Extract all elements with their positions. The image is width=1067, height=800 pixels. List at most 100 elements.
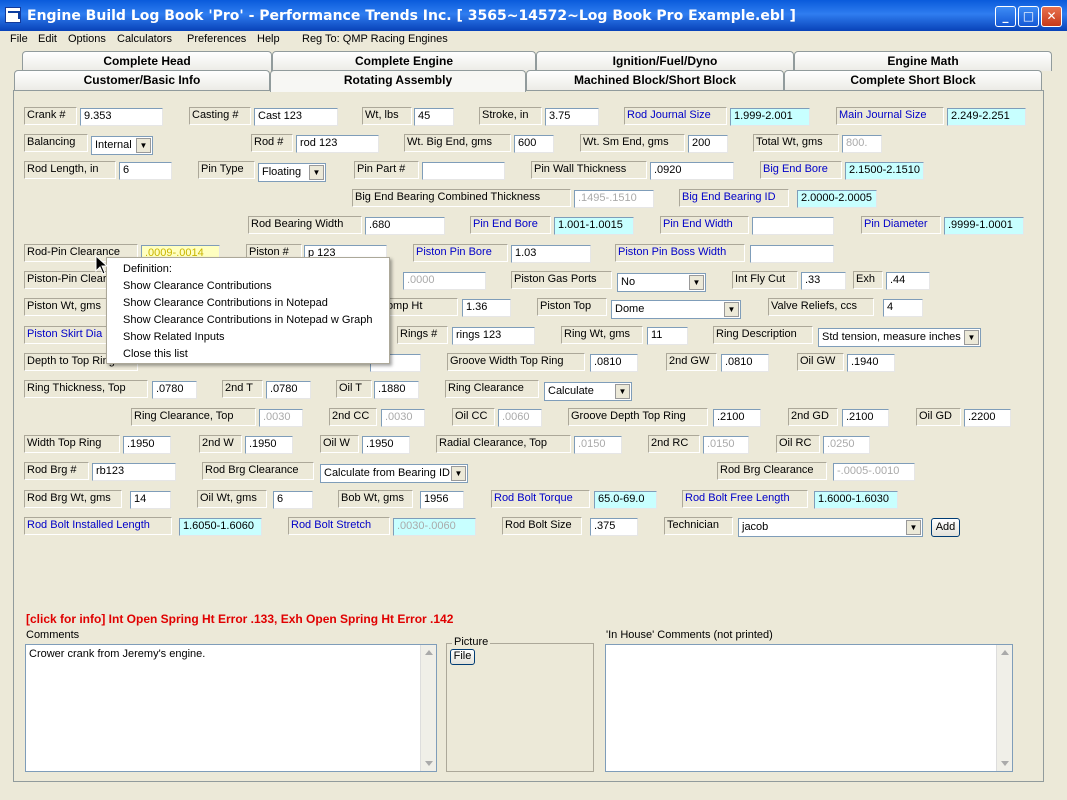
field-piston-pin-bore[interactable]: 1.03 xyxy=(511,245,591,263)
field-rings-number[interactable]: rings 123 xyxy=(452,327,535,345)
chevron-down-icon[interactable]: ▼ xyxy=(689,275,704,290)
field-oil-t[interactable]: .1880 xyxy=(374,381,419,399)
minimize-button[interactable]: _ xyxy=(995,6,1016,27)
chevron-down-icon[interactable]: ▼ xyxy=(724,302,739,317)
field-width-top-ring[interactable]: .1950 xyxy=(123,436,171,454)
field-wt-sm-end[interactable]: 200 xyxy=(688,135,728,153)
field-rod-number[interactable]: rod 123 xyxy=(296,135,379,153)
field-rod-bolt-size[interactable]: .375 xyxy=(590,518,638,536)
label-piston-pin-boss-width[interactable]: Piston Pin Boss Width xyxy=(615,244,745,262)
status-message[interactable]: [click for info] Int Open Spring Ht Erro… xyxy=(26,612,453,626)
field-rod-bolt-free-length[interactable]: 1.6000-1.6030 xyxy=(814,491,898,509)
label-rod-journal-size[interactable]: Rod Journal Size xyxy=(624,107,727,125)
title-bar[interactable]: Engine Build Log Book 'Pro' - Performanc… xyxy=(0,0,1067,31)
select-piston-gas-ports[interactable]: No ▼ xyxy=(617,273,706,292)
field-pin-wall-thickness[interactable]: .0920 xyxy=(650,162,734,180)
field-groove-width-top-ring[interactable]: .0810 xyxy=(590,354,638,372)
field-piston-pin-boss-width[interactable] xyxy=(750,245,834,263)
menu-item-contributions-notepad[interactable]: Show Clearance Contributions in Notepad xyxy=(123,297,328,309)
picture-file-button[interactable]: File xyxy=(450,649,475,665)
inhouse-comments-textarea[interactable] xyxy=(605,644,1013,772)
field-exh[interactable]: .44 xyxy=(886,272,930,290)
field-2nd-w[interactable]: .1950 xyxy=(245,436,293,454)
tab-ignition-fuel-dyno[interactable]: Ignition/Fuel/Dyno xyxy=(536,51,794,71)
menu-item-show-related-inputs[interactable]: Show Related Inputs xyxy=(123,331,225,343)
field-pin-part-number[interactable] xyxy=(422,162,505,180)
field-pin-end-width[interactable] xyxy=(752,217,834,235)
maximize-button[interactable]: □ xyxy=(1018,6,1039,27)
field-rod-brg-wt[interactable]: 14 xyxy=(130,491,171,509)
field-bob-wt[interactable]: 1956 xyxy=(420,491,464,509)
field-ring-thickness-top[interactable]: .0780 xyxy=(152,381,197,399)
field-oil-w[interactable]: .1950 xyxy=(362,436,410,454)
menu-item-close-list[interactable]: Close this list xyxy=(123,348,188,360)
field-rod-brg-number[interactable]: rb123 xyxy=(92,463,176,481)
tab-customer-basic-info[interactable]: Customer/Basic Info xyxy=(14,70,270,90)
label-piston-pin-bore[interactable]: Piston Pin Bore xyxy=(413,244,508,262)
menu-options[interactable]: Options xyxy=(68,33,106,45)
app-icon[interactable] xyxy=(5,7,21,23)
tab-engine-math[interactable]: Engine Math xyxy=(794,51,1052,71)
field-rod-bolt-torque[interactable]: 65.0-69.0 xyxy=(594,491,657,509)
label-pin-end-bore[interactable]: Pin End Bore xyxy=(470,216,551,234)
field-2nd-gw[interactable]: .0810 xyxy=(721,354,769,372)
select-balancing[interactable]: Internal ▼ xyxy=(91,136,153,155)
field-int-fly-cut[interactable]: .33 xyxy=(801,272,846,290)
label-big-end-bearing-id[interactable]: Big End Bearing ID xyxy=(679,189,789,207)
field-big-end-bearing-id[interactable]: 2.0000-2.0005 xyxy=(797,190,877,208)
field-crank-number[interactable]: 9.353 xyxy=(80,108,163,126)
menu-help[interactable]: Help xyxy=(257,33,280,45)
scrollbar[interactable] xyxy=(996,645,1012,771)
label-rod-bolt-torque[interactable]: Rod Bolt Torque xyxy=(491,490,590,508)
field-wt-big-end[interactable]: 600 xyxy=(514,135,554,153)
chevron-down-icon[interactable]: ▼ xyxy=(451,466,466,481)
menu-edit[interactable]: Edit xyxy=(38,33,57,45)
select-technician[interactable]: jacob ▼ xyxy=(738,518,923,537)
field-groove-depth-top-ring[interactable]: .2100 xyxy=(713,409,761,427)
select-ring-clearance[interactable]: Calculate ▼ xyxy=(544,382,632,401)
field-rod-journal-size[interactable]: 1.999-2.001 xyxy=(730,108,810,126)
field-big-end-bore[interactable]: 2.1500-2.1510 xyxy=(845,162,924,180)
close-button[interactable]: ✕ xyxy=(1041,6,1062,27)
field-valve-reliefs[interactable]: 4 xyxy=(883,299,923,317)
field-ring-wt[interactable]: 11 xyxy=(647,327,688,345)
field-pin-diameter[interactable]: .9999-1.0001 xyxy=(944,217,1024,235)
field-wt-lbs[interactable]: 45 xyxy=(414,108,454,126)
tab-complete-short-block[interactable]: Complete Short Block xyxy=(784,70,1042,90)
select-pin-type[interactable]: Floating ▼ xyxy=(258,163,326,182)
field-pin-end-bore[interactable]: 1.001-1.0015 xyxy=(554,217,634,235)
field-oil-wt[interactable]: 6 xyxy=(273,491,313,509)
field-2nd-gd[interactable]: .2100 xyxy=(842,409,889,427)
select-ring-description[interactable]: Std tension, measure inches ▼ xyxy=(818,328,981,347)
label-rod-bolt-free-length[interactable]: Rod Bolt Free Length xyxy=(682,490,808,508)
label-big-end-bore[interactable]: Big End Bore xyxy=(760,161,842,179)
field-casting-number[interactable]: Cast 123 xyxy=(254,108,338,126)
field-rod-length[interactable]: 6 xyxy=(119,162,172,180)
field-rod-bolt-stretch[interactable]: .0030-.0060 xyxy=(393,518,476,536)
label-pin-end-width[interactable]: Pin End Width xyxy=(660,216,749,234)
field-comp-ht[interactable]: 1.36 xyxy=(462,299,511,317)
add-technician-button[interactable]: Add xyxy=(931,518,960,537)
label-rod-bolt-stretch[interactable]: Rod Bolt Stretch xyxy=(288,517,390,535)
tab-complete-head[interactable]: Complete Head xyxy=(22,51,272,71)
menu-file[interactable]: File xyxy=(10,33,28,45)
field-oil-gd[interactable]: .2200 xyxy=(964,409,1011,427)
select-piston-top[interactable]: Dome ▼ xyxy=(611,300,741,319)
field-oil-gw[interactable]: .1940 xyxy=(847,354,895,372)
tab-machined-block[interactable]: Machined Block/Short Block xyxy=(526,70,784,90)
chevron-down-icon[interactable]: ▼ xyxy=(964,330,979,345)
menu-preferences[interactable]: Preferences xyxy=(187,33,246,45)
field-main-journal-size[interactable]: 2.249-2.251 xyxy=(947,108,1026,126)
label-main-journal-size[interactable]: Main Journal Size xyxy=(836,107,944,125)
field-rod-bolt-installed-length[interactable]: 1.6050-1.6060 xyxy=(179,518,262,536)
comments-textarea[interactable]: Crower crank from Jeremy's engine. xyxy=(25,644,437,772)
scrollbar[interactable] xyxy=(420,645,436,771)
chevron-down-icon[interactable]: ▼ xyxy=(906,520,921,535)
menu-item-contributions-notepad-graph[interactable]: Show Clearance Contributions in Notepad … xyxy=(123,314,372,326)
menu-item-definition[interactable]: Definition: xyxy=(123,263,172,275)
chevron-down-icon[interactable]: ▼ xyxy=(309,165,324,180)
chevron-down-icon[interactable]: ▼ xyxy=(136,138,151,153)
tab-rotating-assembly[interactable]: Rotating Assembly xyxy=(270,70,526,92)
tab-complete-engine[interactable]: Complete Engine xyxy=(272,51,536,71)
menu-calculators[interactable]: Calculators xyxy=(117,33,172,45)
